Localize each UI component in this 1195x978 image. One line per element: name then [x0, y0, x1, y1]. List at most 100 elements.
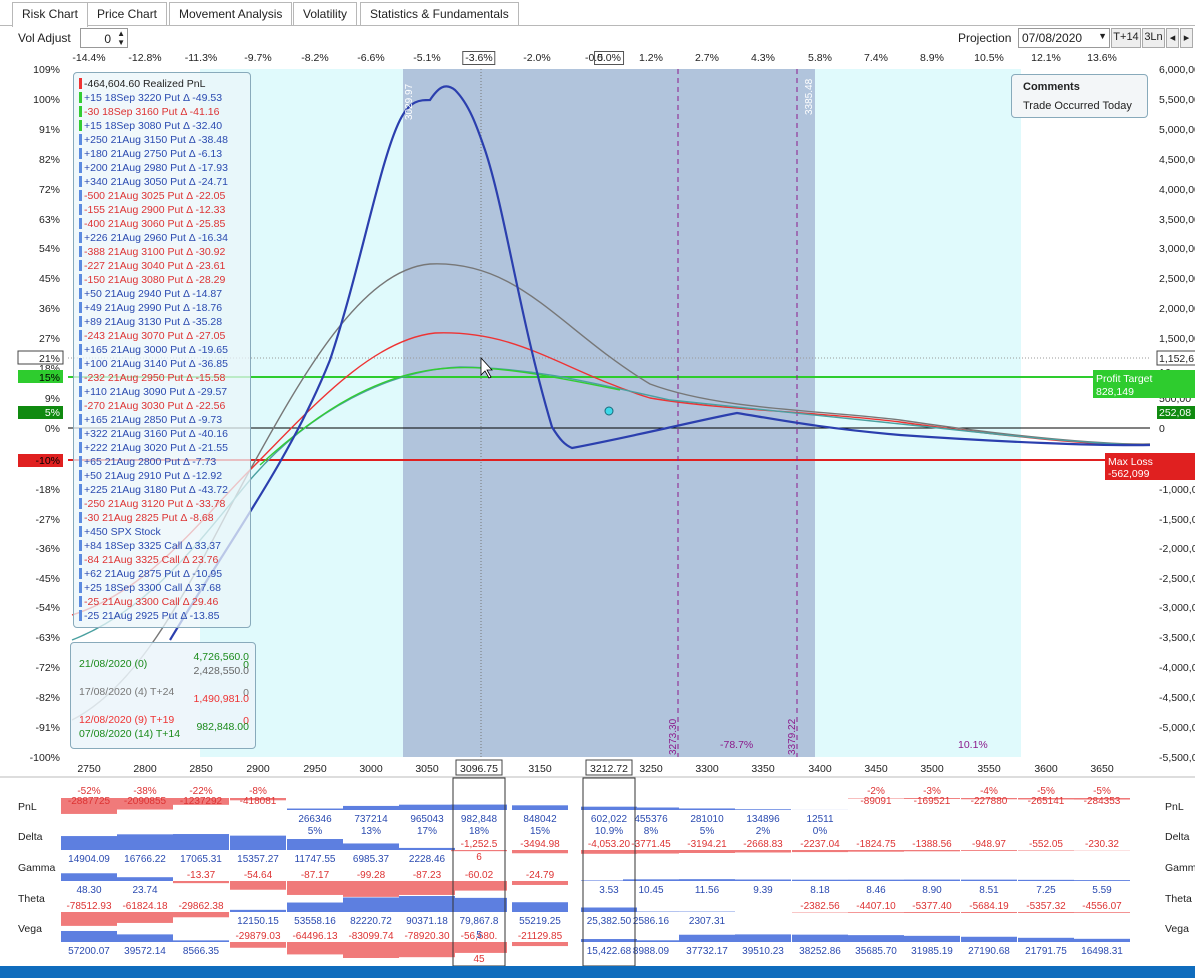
legend-row[interactable]: -388 21Aug 3100 Put Δ -30.92 — [79, 246, 225, 260]
legend-row[interactable]: +322 21Aug 3160 Put Δ -40.16 — [79, 428, 228, 442]
legend-row[interactable]: +200 21Aug 2980 Put Δ -17.93 — [79, 162, 228, 176]
greek-positive-bar — [1018, 879, 1074, 881]
legend-row[interactable]: -270 21Aug 3030 Put Δ -22.56 — [79, 400, 225, 414]
greek-negative-bar — [287, 942, 343, 955]
tab-risk-chart[interactable]: Risk Chart — [12, 2, 89, 27]
pnl-value: 848042 — [523, 814, 557, 825]
legend-row[interactable]: +84 18Sep 3325 Call Δ 33.37 — [79, 540, 221, 554]
legend-row[interactable]: -250 21Aug 3120 Put Δ -33.78 — [79, 498, 225, 512]
legend-swatch — [79, 428, 82, 439]
pnl-positive-bar — [512, 805, 568, 810]
legend-row[interactable]: +340 21Aug 3050 Put Δ -24.71 — [79, 176, 228, 190]
legend-row[interactable]: +50 21Aug 2940 Put Δ -14.87 — [79, 288, 222, 302]
legend-swatch — [79, 568, 82, 579]
legend-row[interactable]: -155 21Aug 2900 Put Δ -12.33 — [79, 204, 225, 218]
greek-positive-bar — [848, 879, 904, 881]
legend-row[interactable]: +110 21Aug 3090 Put Δ -29.57 — [79, 386, 227, 400]
legend-row[interactable]: -25 21Aug 3300 Call Δ 29.46 — [79, 596, 218, 610]
pnl-positive-bar — [343, 805, 399, 810]
legend-row[interactable]: +100 21Aug 3140 Put Δ -36.85 — [79, 358, 228, 372]
pnl-value: 737214 — [354, 814, 388, 825]
greek-value: -5377.40 — [912, 901, 952, 912]
greek-positive-bar — [230, 909, 286, 912]
pnl-value: 281010 — [690, 814, 724, 825]
legend-row[interactable]: +50 21Aug 2910 Put Δ -12.92 — [79, 470, 222, 484]
legend-row[interactable]: +65 21Aug 2800 Put Δ -7.73 — [79, 456, 216, 470]
legend-text: -500 21Aug 3025 Put Δ -22.05 — [84, 190, 226, 202]
greeks-panel: PnL PnL Delta Delta Gamma Gamma Theta Theta Vega… — [0, 776, 1195, 966]
legend-row[interactable]: +165 21Aug 2850 Put Δ -9.73 — [79, 414, 222, 428]
greek-positive-bar — [117, 834, 173, 850]
legend-row[interactable]: -30 21Aug 2825 Put Δ -8.68 — [79, 512, 214, 526]
pnl-value: -265141 — [1028, 796, 1065, 807]
greek-negative-bar — [173, 881, 229, 884]
legend-row[interactable]: +49 21Aug 2990 Put Δ -18.76 — [79, 302, 222, 316]
legend-row[interactable]: +450 SPX Stock — [79, 526, 161, 540]
legend-text: +50 21Aug 2940 Put Δ -14.87 — [84, 288, 223, 300]
greek-negative-bar — [117, 912, 173, 923]
greek-value: -4407.10 — [856, 901, 896, 912]
greek-positive-bar — [173, 834, 229, 850]
price-axis-label: 2850 — [189, 763, 213, 775]
legend-row[interactable]: -500 21Aug 3025 Put Δ -22.05 — [79, 190, 225, 204]
greek-negative-bar — [287, 881, 343, 895]
right-axis-label: 4,000,00 — [1159, 184, 1195, 196]
legend-swatch — [79, 582, 82, 593]
legend-row[interactable]: -400 21Aug 3060 Put Δ -25.85 — [79, 218, 225, 232]
greek-row-label-right: Gamma — [1165, 862, 1195, 874]
price-axis-label: 3150 — [528, 763, 552, 775]
legend-row[interactable]: -84 21Aug 3325 Call Δ 23.76 — [79, 554, 218, 568]
legend-row[interactable]: +222 21Aug 3020 Put Δ -21.55 — [79, 442, 228, 456]
pnl-percent: 2% — [756, 826, 771, 837]
greek-positive-bar — [343, 843, 399, 850]
greek-row-label-left: Vega — [18, 923, 42, 935]
legend-row[interactable]: +15 18Sep 3220 Put Δ -49.53 — [79, 92, 222, 106]
summary-value: 2,428,550.0 — [193, 665, 249, 677]
legend-row[interactable]: +225 21Aug 3180 Put Δ -43.72 — [79, 484, 228, 498]
greek-value: -29879.03 — [235, 931, 280, 942]
comments-box[interactable]: Comments Trade Occurred Today — [1011, 74, 1148, 118]
greek-value: 55219.25 — [519, 916, 561, 927]
greek-value: -29862.38 — [178, 901, 223, 912]
right-cyan-band — [815, 69, 1021, 757]
pnl-value: -418081 — [240, 796, 277, 807]
greek-positive-bar — [287, 839, 343, 850]
legend-row[interactable]: -227 21Aug 3040 Put Δ -23.61 — [79, 260, 225, 274]
legend-row[interactable]: +15 18Sep 3080 Put Δ -32.40 — [79, 120, 222, 134]
greek-value: -3194.21 — [687, 839, 727, 850]
legend-text: -30 18Sep 3160 Put Δ -41.16 — [84, 106, 220, 118]
legend-row[interactable]: -464,604.60 Realized PnL — [79, 78, 205, 92]
legend-row[interactable]: -232 21Aug 2950 Put Δ -15.58 — [79, 372, 225, 386]
legend-text: +165 21Aug 3000 Put Δ -19.65 — [84, 344, 228, 356]
greek-value: 15357.27 — [237, 854, 279, 865]
greek-value: -948.97 — [972, 839, 1006, 850]
legend-text: -25 21Aug 2925 Put Δ -13.85 — [84, 610, 220, 622]
legend-text: +200 21Aug 2980 Put Δ -17.93 — [84, 162, 228, 174]
greek-value: -83099.74 — [348, 931, 393, 942]
legend-row[interactable]: -150 21Aug 3080 Put Δ -28.29 — [79, 274, 225, 288]
legend-row[interactable]: -243 21Aug 3070 Put Δ -27.05 — [79, 330, 225, 344]
greek-value: -1824.75 — [856, 839, 896, 850]
greek-value: 10.45 — [638, 885, 663, 896]
region-mid-label: -78.7% — [720, 739, 753, 751]
legend-text: +165 21Aug 2850 Put Δ -9.73 — [84, 414, 223, 426]
left-axis-label: 0% — [45, 423, 60, 435]
legend-row[interactable]: +89 21Aug 3130 Put Δ -35.28 — [79, 316, 222, 330]
legend-swatch — [79, 442, 82, 453]
legend-row[interactable]: -25 21Aug 2925 Put Δ -13.85 — [79, 610, 219, 624]
greek-negative-bar — [512, 850, 568, 854]
right-axis-label: 2,500,00 — [1159, 273, 1195, 285]
price-axis-label: 3500 — [920, 763, 944, 775]
greek-positive-bar — [679, 879, 735, 881]
legend-row[interactable]: -30 18Sep 3160 Put Δ -41.16 — [79, 106, 219, 120]
legend-row[interactable]: +180 21Aug 2750 Put Δ -6.13 — [79, 148, 222, 162]
legend-swatch — [79, 316, 82, 327]
greek-negative-bar — [399, 942, 455, 958]
legend-row[interactable]: +226 21Aug 2960 Put Δ -16.34 — [79, 232, 228, 246]
legend-row[interactable]: +165 21Aug 3000 Put Δ -19.65 — [79, 344, 228, 358]
legend-row[interactable]: +250 21Aug 3150 Put Δ -38.48 — [79, 134, 228, 148]
legend-row[interactable]: +25 18Sep 3300 Call Δ 37.68 — [79, 582, 221, 596]
legend-row[interactable]: +62 21Aug 2875 Put Δ -10.95 — [79, 568, 222, 582]
greek-positive-bar — [1074, 938, 1130, 942]
greek-value: -2382.56 — [800, 901, 840, 912]
